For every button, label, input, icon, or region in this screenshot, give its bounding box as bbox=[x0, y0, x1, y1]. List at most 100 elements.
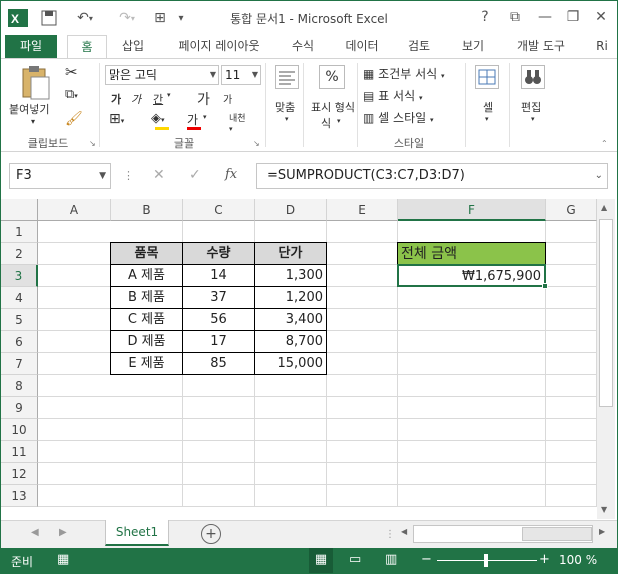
table-cell[interactable]: B 제품 bbox=[110, 286, 183, 309]
font-color-button[interactable]: 가 bbox=[187, 111, 198, 128]
row-header-9[interactable]: 9 bbox=[1, 397, 38, 419]
tab-split-handle-icon[interactable]: ⋮ bbox=[385, 529, 395, 540]
font-name-combo[interactable]: 맑은 고딕 ▼ bbox=[105, 65, 219, 85]
row-header-5[interactable]: 5 bbox=[1, 309, 38, 331]
select-all-corner[interactable] bbox=[1, 199, 38, 221]
clipboard-launcher-icon[interactable]: ↘ bbox=[89, 139, 96, 148]
format-painter-icon[interactable]: 🖌 bbox=[65, 111, 83, 127]
vertical-scroll-thumb[interactable] bbox=[599, 219, 613, 407]
sheet-tab-sheet1[interactable]: Sheet1 bbox=[105, 520, 169, 546]
expand-formula-icon[interactable]: ⌄ bbox=[595, 164, 603, 188]
cells-label[interactable]: 셀 bbox=[483, 99, 493, 115]
fill-color-icon[interactable]: ◈▾ bbox=[151, 111, 165, 126]
copy-icon[interactable]: ⧉▾ bbox=[65, 87, 78, 102]
tab-home[interactable]: 홈 bbox=[67, 35, 107, 59]
scroll-down-icon[interactable]: ▼ bbox=[601, 505, 607, 514]
normal-view-icon[interactable]: ▦ bbox=[309, 548, 333, 573]
help-icon[interactable]: ? bbox=[471, 5, 499, 29]
restore-icon[interactable]: ❐ bbox=[559, 5, 587, 29]
row-header-3[interactable]: 3 bbox=[1, 265, 38, 287]
row-header-8[interactable]: 8 bbox=[1, 375, 38, 397]
editing-label[interactable]: 편집 bbox=[521, 99, 541, 115]
paste-icon[interactable] bbox=[19, 65, 51, 104]
paste-label[interactable]: 붙여넣기 bbox=[9, 101, 49, 117]
column-header-f[interactable]: F bbox=[398, 199, 546, 221]
paste-dropdown-icon[interactable]: ▾ bbox=[31, 117, 35, 126]
table-cell[interactable]: 17 bbox=[182, 330, 255, 353]
number-dropdown-icon[interactable]: ▾ bbox=[337, 117, 341, 125]
zoom-slider-thumb[interactable] bbox=[484, 554, 488, 567]
table-cell[interactable]: 15,000 bbox=[254, 352, 327, 375]
zoom-in-icon[interactable]: + bbox=[539, 552, 550, 567]
cells-dropdown-icon[interactable]: ▾ bbox=[485, 115, 489, 123]
alignment-dropdown-icon[interactable]: ▾ bbox=[285, 115, 289, 123]
align-icon[interactable] bbox=[275, 65, 299, 92]
tab-insert[interactable]: 삽입 bbox=[113, 35, 153, 59]
next-sheet-icon[interactable]: ▶ bbox=[59, 527, 67, 538]
table-header-item[interactable]: 품목 bbox=[110, 242, 183, 265]
column-header-c[interactable]: C bbox=[183, 199, 255, 221]
conditional-format-button[interactable]: ▦ 조건부 서식 ▾ bbox=[363, 65, 445, 82]
tab-overflow[interactable]: Ri bbox=[589, 35, 615, 59]
borders-icon[interactable]: ⊞▾ bbox=[109, 111, 124, 127]
scroll-up-icon[interactable]: ▲ bbox=[601, 203, 607, 212]
vertical-scrollbar[interactable]: ▲ ▼ bbox=[597, 199, 615, 519]
alignment-label[interactable]: 맞춤 bbox=[275, 99, 295, 115]
format-as-table-button[interactable]: ▤ 표 서식 ▾ bbox=[363, 87, 422, 104]
tab-view[interactable]: 보기 bbox=[453, 35, 493, 59]
close-icon[interactable]: ✕ bbox=[587, 5, 615, 29]
italic-button[interactable]: 가 bbox=[131, 91, 141, 107]
row-header-11[interactable]: 11 bbox=[1, 441, 38, 463]
worksheet-grid[interactable]: ABCDEFG 1 2 3 4 5 6 7 8 9 10 11 12 13 품목 수량 단가 A 제품 14 1,… bbox=[1, 199, 597, 519]
row-header-1[interactable]: 1 bbox=[1, 221, 38, 243]
table-cell[interactable]: 8,700 bbox=[254, 330, 327, 353]
column-header-b[interactable]: B bbox=[111, 199, 183, 221]
scroll-left-icon[interactable]: ◀ bbox=[401, 527, 407, 536]
bold-button[interactable]: 가 bbox=[111, 91, 121, 107]
table-cell[interactable]: 37 bbox=[182, 286, 255, 309]
column-header-e[interactable]: E bbox=[327, 199, 398, 221]
cell-styles-button[interactable]: ▥ 셀 스타일 ▾ bbox=[363, 109, 434, 126]
table-cell[interactable]: D 제품 bbox=[110, 330, 183, 353]
table-cell[interactable]: 85 bbox=[182, 352, 255, 375]
tab-review[interactable]: 검토 bbox=[399, 35, 439, 59]
table-cell[interactable]: 14 bbox=[182, 264, 255, 287]
underline-button[interactable]: 간 bbox=[153, 91, 163, 107]
cells-icon[interactable] bbox=[475, 65, 499, 92]
tab-file[interactable]: 파일 bbox=[5, 35, 57, 59]
table-cell[interactable]: E 제품 bbox=[110, 352, 183, 375]
zoom-out-icon[interactable]: − bbox=[421, 552, 432, 567]
row-header-6[interactable]: 6 bbox=[1, 331, 38, 353]
phonetic-dropdown-icon[interactable]: ▾ bbox=[229, 125, 233, 133]
tab-data[interactable]: 데이터 bbox=[337, 35, 387, 59]
row-header-7[interactable]: 7 bbox=[1, 353, 38, 375]
cut-icon[interactable]: ✂ bbox=[65, 63, 78, 81]
table-cell[interactable]: A 제품 bbox=[110, 264, 183, 287]
collapse-ribbon-icon[interactable]: ⌃ bbox=[601, 139, 608, 148]
horizontal-scroll-thumb[interactable] bbox=[522, 527, 592, 541]
number-format-label[interactable]: 표시 형식 bbox=[311, 99, 355, 115]
tab-developer[interactable]: 개발 도구 bbox=[505, 35, 577, 59]
macro-record-icon[interactable]: ▦ bbox=[57, 552, 69, 567]
result-value-cell[interactable]: ₩1,675,900 bbox=[397, 264, 546, 287]
confirm-entry-icon[interactable]: ✓ bbox=[189, 167, 201, 183]
number-format-label-2[interactable]: 식 bbox=[321, 115, 331, 131]
table-cell[interactable]: 3,400 bbox=[254, 308, 327, 331]
table-cell[interactable]: C 제품 bbox=[110, 308, 183, 331]
table-header-unit-price[interactable]: 단가 bbox=[254, 242, 327, 265]
insert-function-button[interactable]: fx bbox=[225, 167, 237, 182]
grow-font-button[interactable]: 가 bbox=[197, 89, 210, 109]
column-header-d[interactable]: D bbox=[255, 199, 327, 221]
tab-page-layout[interactable]: 페이지 레이아웃 bbox=[169, 35, 269, 59]
row-header-10[interactable]: 10 bbox=[1, 419, 38, 441]
zoom-level[interactable]: 100 % bbox=[559, 553, 597, 567]
table-header-quantity[interactable]: 수량 bbox=[182, 242, 255, 265]
minimize-icon[interactable]: — bbox=[531, 5, 559, 29]
name-box-dropdown-icon[interactable]: ▼ bbox=[99, 164, 106, 188]
scroll-right-icon[interactable]: ▶ bbox=[599, 527, 605, 536]
table-cell[interactable]: 56 bbox=[182, 308, 255, 331]
formula-bar-handle-icon[interactable]: ⋮ bbox=[123, 169, 134, 182]
result-label-cell[interactable]: 전체 금액 bbox=[397, 242, 546, 265]
percent-icon[interactable]: % bbox=[319, 65, 345, 89]
font-launcher-icon[interactable]: ↘ bbox=[253, 139, 260, 148]
